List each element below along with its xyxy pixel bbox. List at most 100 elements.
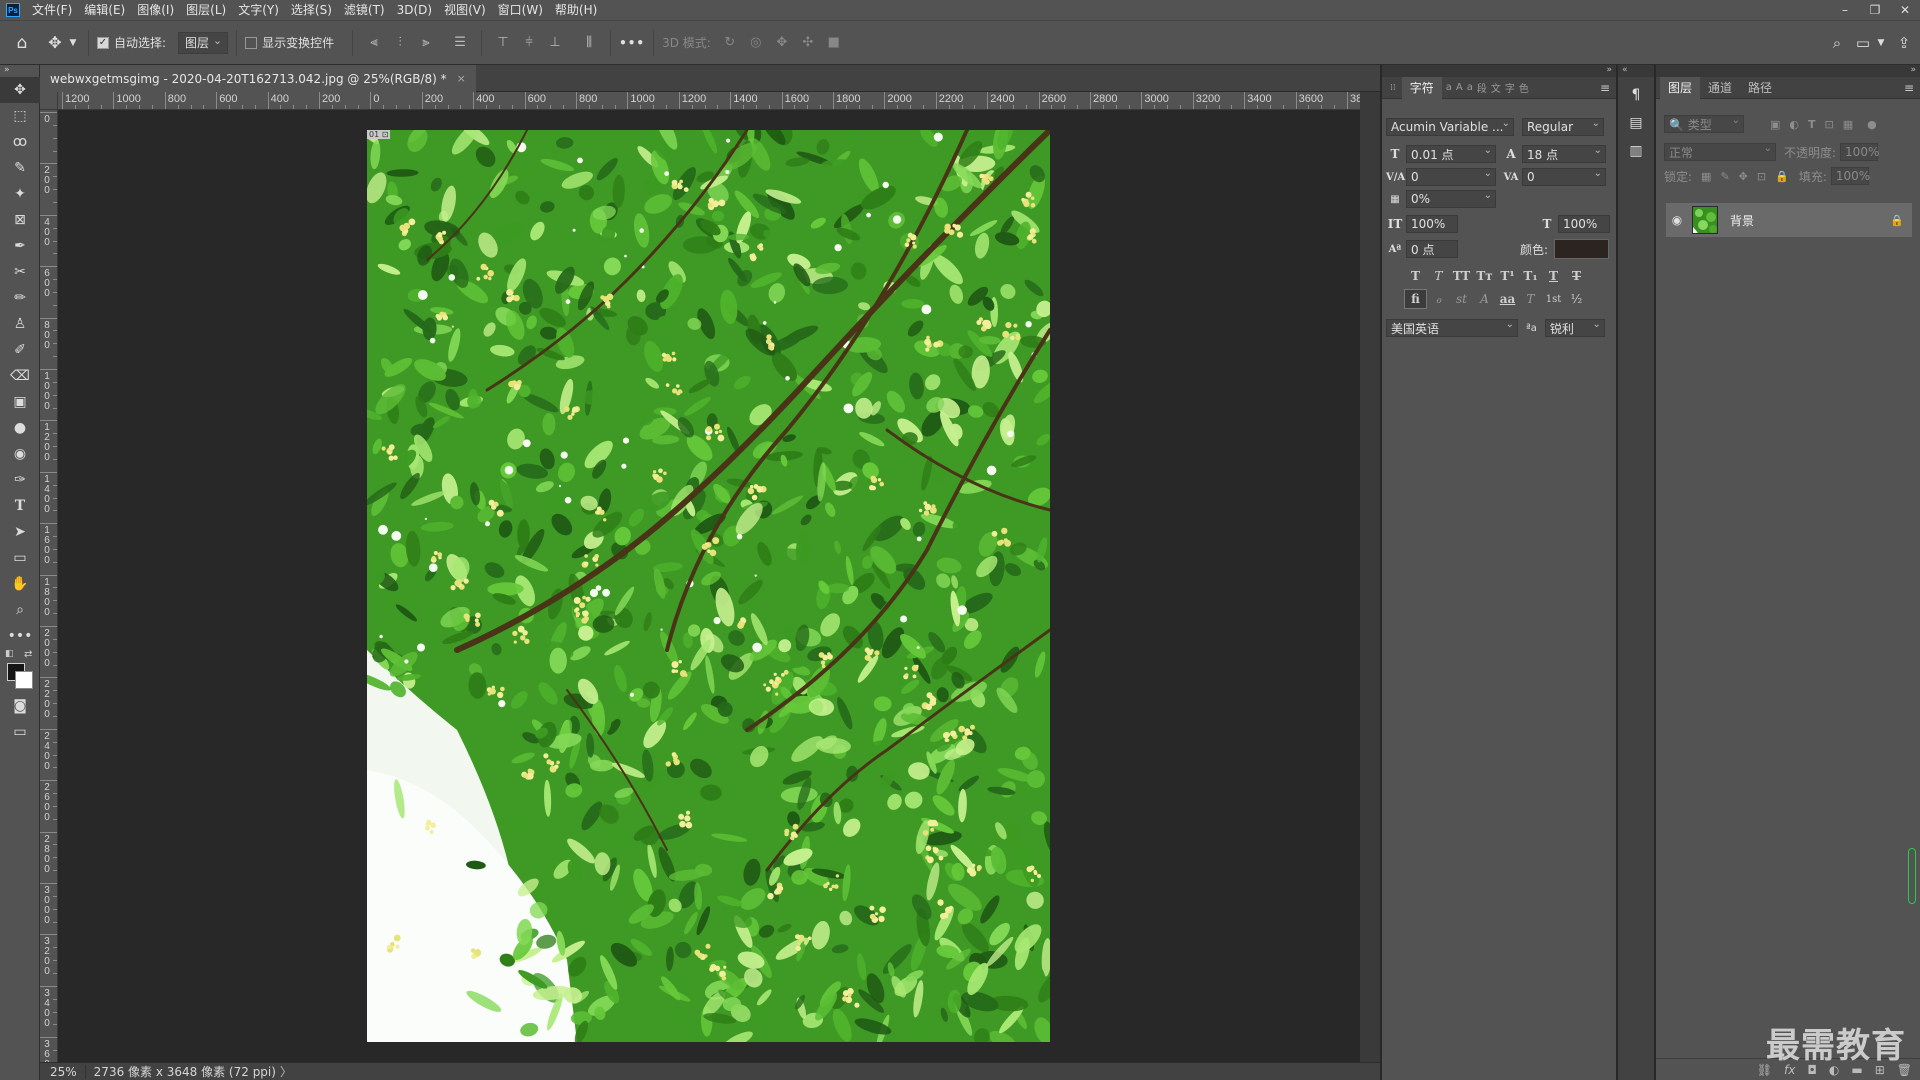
horizontal-ruler[interactable]: 1200 1000 800 600 400 200 0 200 400 600 800 1000 120… <box>58 92 1360 110</box>
collapse-character-dock-icon[interactable]: » <box>1382 65 1616 77</box>
menu-3d[interactable]: 3D(D) <box>391 0 438 20</box>
ruler-origin[interactable] <box>40 92 58 110</box>
tracking-field[interactable]: 0 <box>1522 168 1606 186</box>
fill-field[interactable]: 100% <box>1830 167 1870 185</box>
align-center-h-icon[interactable]: ⫶ <box>393 35 407 50</box>
default-colors-icon[interactable]: ◧ <box>5 649 14 659</box>
layers-panel-menu-icon[interactable]: ≡ <box>1904 81 1914 95</box>
menu-layer[interactable]: 图层(L) <box>180 0 232 20</box>
3d-camera-icon[interactable]: ■ <box>827 35 841 50</box>
workspace-chevron-icon[interactable]: ▼ <box>1874 38 1888 48</box>
faux-italic-button[interactable]: T <box>1427 266 1450 286</box>
edit-toolbar-icon[interactable]: ••• <box>0 623 40 649</box>
tab-character[interactable]: 字符 <box>1401 76 1442 99</box>
move-tool-icon[interactable]: ✥ <box>44 33 66 52</box>
filter-toggle-icon[interactable]: ● <box>1867 118 1877 131</box>
layer-filter-dropdown[interactable]: 🔍 类型 <box>1664 115 1744 133</box>
eraser-tool-icon[interactable]: ⌫ <box>0 363 40 389</box>
panel-grip-icon[interactable]: ⁞⁞ <box>1390 83 1396 93</box>
filter-adjustment-icon[interactable]: ◐ <box>1789 118 1799 131</box>
kerning-field[interactable]: 0 <box>1406 168 1496 186</box>
horizontal-scale-field[interactable]: 100% <box>1558 215 1610 233</box>
tsume-field[interactable]: 0% <box>1406 190 1496 208</box>
blur-tool-icon[interactable]: ● <box>0 415 40 441</box>
titling-alternates-button[interactable]: T <box>1519 289 1542 309</box>
superscript-button[interactable]: T¹ <box>1496 266 1519 286</box>
stylistic-alternates-button[interactable]: aa <box>1496 289 1519 309</box>
type-tool-icon[interactable]: T <box>0 493 40 519</box>
dodge-tool-icon[interactable]: ◉ <box>0 441 40 467</box>
underline-button[interactable]: T <box>1542 266 1565 286</box>
menu-filter[interactable]: 滤镜(T) <box>338 0 391 20</box>
fractions-button[interactable]: ½ <box>1565 289 1588 309</box>
menu-view[interactable]: 视图(V) <box>438 0 492 20</box>
collapse-layers-dock-icon[interactable]: » <box>1656 65 1920 77</box>
more-options-button[interactable]: ••• <box>619 36 645 50</box>
marquee-tool-icon[interactable]: ⬚ <box>0 103 40 129</box>
faux-bold-button[interactable]: T <box>1404 266 1427 286</box>
show-transform-checkbox[interactable] <box>245 36 258 49</box>
baseline-shift-field[interactable]: 0 点 <box>1406 240 1458 258</box>
move-tool-icon[interactable]: ✥ <box>0 77 40 103</box>
align-left-icon[interactable]: ⫷ <box>367 35 381 50</box>
hand-tool-icon[interactable]: ✋ <box>0 571 40 597</box>
filter-pixel-icon[interactable]: ▣ <box>1770 118 1780 131</box>
screen-mode-icon[interactable]: ▭ <box>0 719 40 745</box>
menu-help[interactable]: 帮助(H) <box>549 0 603 20</box>
tab-minor-6[interactable]: 字 <box>1505 80 1515 95</box>
align-top-icon[interactable]: ⊤ <box>496 35 510 50</box>
document-image[interactable]: 01 ⊡ <box>367 130 1050 1042</box>
menu-window[interactable]: 窗口(W) <box>492 0 549 20</box>
tab-layers[interactable]: 图层 <box>1660 76 1701 99</box>
frame-tool-icon[interactable]: ⊠ <box>0 207 40 233</box>
magic-wand-tool-icon[interactable]: ✦ <box>0 181 40 207</box>
filter-smart-object-icon[interactable]: ▦ <box>1843 118 1853 131</box>
background-color-swatch[interactable] <box>15 671 33 689</box>
leading-field[interactable]: 18 点 <box>1522 145 1606 163</box>
eyedropper-tool-icon[interactable]: ✒ <box>0 233 40 259</box>
path-select-tool-icon[interactable]: ➤ <box>0 519 40 545</box>
quick-select-tool-icon[interactable]: ✎ <box>0 155 40 181</box>
canvas-area[interactable]: 01 ⊡ <box>58 110 1360 1062</box>
tab-minor-2[interactable]: A <box>1456 82 1463 93</box>
gradient-tool-icon[interactable]: ▣ <box>0 389 40 415</box>
close-document-icon[interactable]: × <box>457 72 466 85</box>
align-right-icon[interactable]: ⫸ <box>419 35 433 50</box>
discretionary-ligatures-button[interactable]: st <box>1450 289 1473 309</box>
restore-button[interactable]: ❐ <box>1860 0 1890 20</box>
distribute-horizontal-icon[interactable]: ⫼ <box>582 35 596 50</box>
blend-mode-dropdown[interactable]: 正常 <box>1664 143 1776 161</box>
rectangle-tool-icon[interactable]: ▭ <box>0 545 40 571</box>
share-icon[interactable]: ⇪ <box>1888 34 1920 52</box>
history-brush-tool-icon[interactable]: ✐ <box>0 337 40 363</box>
swap-colors-icon[interactable]: ⇄ <box>24 649 32 660</box>
auto-select-target-dropdown[interactable]: 图层 <box>178 31 229 54</box>
tab-paths[interactable]: 路径 <box>1740 77 1780 99</box>
vertical-scale-field[interactable]: 100% <box>1406 215 1458 233</box>
paragraph-icon[interactable]: ¶ <box>1618 81 1654 109</box>
vertical-scrollbar[interactable] <box>1360 92 1380 1062</box>
swash-button[interactable]: A <box>1473 289 1496 309</box>
align-bottom-icon[interactable]: ⊥ <box>548 35 562 50</box>
lock-transparent-icon[interactable]: ▦ <box>1701 170 1711 183</box>
lock-position-icon[interactable]: ✥ <box>1739 170 1748 183</box>
text-color-swatch[interactable] <box>1554 239 1610 259</box>
font-size-field[interactable]: 0.01 点 <box>1406 145 1496 163</box>
eye-icon[interactable]: ◉ <box>1666 213 1688 227</box>
zoom-tool-icon[interactable]: ⌕ <box>0 597 40 623</box>
tab-minor-4[interactable]: 段 <box>1477 80 1487 95</box>
ligatures-button[interactable]: fi <box>1404 289 1427 309</box>
menu-type[interactable]: 文字(Y) <box>232 0 285 20</box>
workspace-icon[interactable]: ▭ <box>1852 34 1874 52</box>
all-caps-button[interactable]: TT <box>1450 266 1473 286</box>
3d-orbit-icon[interactable]: ↻ <box>723 35 737 50</box>
font-style-dropdown[interactable]: Regular <box>1522 118 1604 136</box>
quick-mask-icon[interactable]: ◙ <box>0 693 40 719</box>
expand-sidebar-icon[interactable]: « <box>1618 65 1654 77</box>
character-panel-menu-icon[interactable]: ≡ <box>1600 81 1610 95</box>
crop-tool-icon[interactable]: ✂ <box>0 259 40 285</box>
brush-tool-icon[interactable]: ✏ <box>0 285 40 311</box>
stamp-tool-icon[interactable]: ♙ <box>0 311 40 337</box>
zoom-level[interactable]: 25% <box>40 1064 86 1079</box>
tab-minor-3[interactable]: a <box>1467 82 1473 93</box>
